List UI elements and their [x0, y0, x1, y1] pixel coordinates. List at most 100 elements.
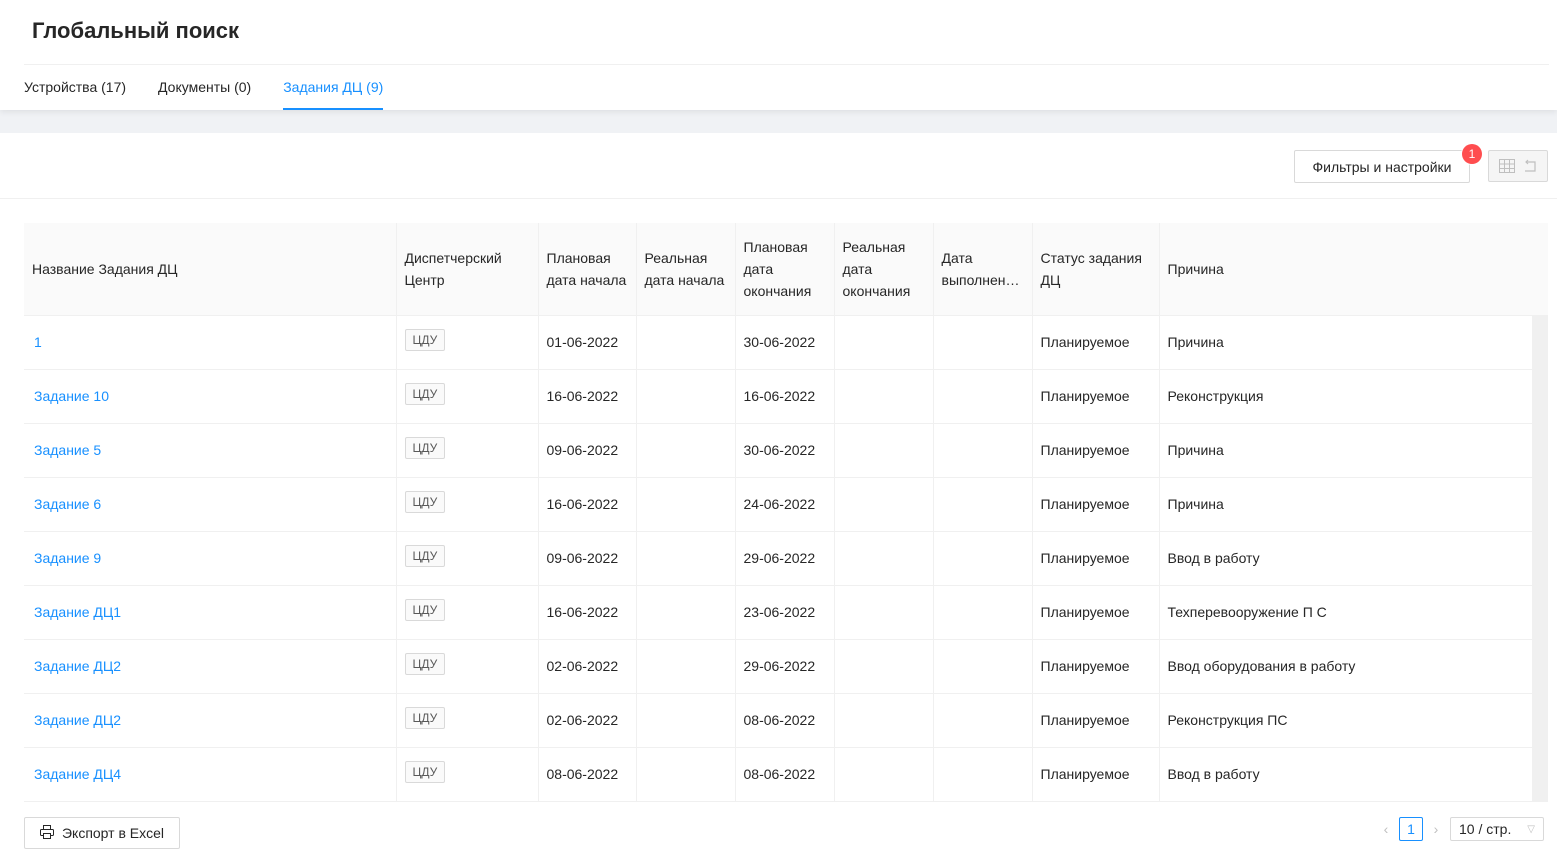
real-start-cell	[636, 747, 736, 802]
done-date-cell	[933, 639, 1033, 694]
plan-start-cell: 16-06-2022	[538, 477, 637, 532]
task-name-link[interactable]: Задание 9	[24, 531, 397, 586]
plan-start-cell: 02-06-2022	[538, 639, 637, 694]
view-toggle[interactable]	[1488, 150, 1548, 182]
status-cell: Планируемое	[1032, 639, 1160, 694]
page-size-select[interactable]: 10 / стр. ▽	[1450, 817, 1544, 841]
plan-end-cell: 30-06-2022	[735, 315, 835, 370]
status-cell: Планируемое	[1032, 369, 1160, 424]
tab-devices[interactable]: Устройства (17)	[24, 64, 126, 110]
task-name-link[interactable]: Задание ДЦ4	[24, 747, 397, 802]
task-name-link[interactable]: Задание ДЦ2	[24, 639, 397, 694]
task-name-link[interactable]: Задание 5	[24, 423, 397, 478]
column-header[interactable]: Дата выполнен…	[933, 223, 1033, 316]
table-icon[interactable]	[1499, 159, 1515, 173]
reset-icon[interactable]	[1523, 159, 1537, 173]
prev-page-icon[interactable]: ‹	[1374, 817, 1398, 841]
plan-start-cell: 09-06-2022	[538, 531, 637, 586]
real-end-cell	[834, 639, 934, 694]
real-start-cell	[636, 477, 736, 532]
dc-tag: ЦДУ	[404, 707, 446, 729]
real-start-cell	[636, 639, 736, 694]
table-scrollbar[interactable]	[1532, 315, 1548, 801]
task-name-link[interactable]: Задание ДЦ2	[24, 693, 397, 748]
plan-end-cell: 08-06-2022	[735, 747, 835, 802]
task-name-link[interactable]: Задание 6	[24, 477, 397, 532]
plan-end-cell: 08-06-2022	[735, 693, 835, 748]
status-cell: Планируемое	[1032, 423, 1160, 478]
filters-count-badge: 1	[1462, 144, 1482, 164]
pagination: ‹ 1 › 10 / стр. ▽	[1374, 817, 1544, 841]
reason-cell: Ввод в работу	[1159, 747, 1548, 802]
dc-tag: ЦДУ	[404, 437, 446, 459]
status-cell: Планируемое	[1032, 315, 1160, 370]
real-start-cell	[636, 693, 736, 748]
column-header[interactable]: Плановая дата начала	[538, 223, 637, 316]
reason-cell: Ввод в работу	[1159, 531, 1548, 586]
reason-cell: Причина	[1159, 477, 1548, 532]
dc-tag: ЦДУ	[404, 329, 446, 351]
done-date-cell	[933, 585, 1033, 640]
tab-documents[interactable]: Документы (0)	[158, 64, 251, 110]
plan-end-cell: 29-06-2022	[735, 639, 835, 694]
status-cell: Планируемое	[1032, 477, 1160, 532]
table-row: Задание 6 ЦДУ 16-06-2022 24-06-2022 План…	[24, 477, 1548, 532]
export-excel-button[interactable]: Экспорт в Excel	[24, 817, 180, 849]
plan-start-cell: 01-06-2022	[538, 315, 637, 370]
reason-cell: Причина	[1159, 315, 1548, 370]
done-date-cell	[933, 423, 1033, 478]
real-end-cell	[834, 477, 934, 532]
column-header[interactable]: Статус задания ДЦ	[1032, 223, 1160, 316]
column-header[interactable]: Причина	[1159, 223, 1548, 316]
plan-end-cell: 30-06-2022	[735, 423, 835, 478]
dc-cell: ЦДУ	[396, 369, 539, 424]
table-row: Задание 5 ЦДУ 09-06-2022 30-06-2022 План…	[24, 423, 1548, 478]
column-header[interactable]: Название Задания ДЦ	[24, 223, 397, 316]
status-cell: Планируемое	[1032, 693, 1160, 748]
plan-end-cell: 16-06-2022	[735, 369, 835, 424]
real-end-cell	[834, 315, 934, 370]
tab-dc-tasks[interactable]: Задания ДЦ (9)	[283, 64, 384, 110]
dc-tag: ЦДУ	[404, 653, 446, 675]
reason-cell: Причина	[1159, 423, 1548, 478]
done-date-cell	[933, 531, 1033, 586]
dc-cell: ЦДУ	[396, 585, 539, 640]
done-date-cell	[933, 369, 1033, 424]
plan-start-cell: 02-06-2022	[538, 693, 637, 748]
reason-cell: Реконструкция	[1159, 369, 1548, 424]
filters-settings-button[interactable]: Фильтры и настройки	[1294, 150, 1470, 183]
column-header[interactable]: Реальная дата окончания	[834, 223, 934, 316]
real-end-cell	[834, 693, 934, 748]
dc-cell: ЦДУ	[396, 477, 539, 532]
status-cell: Планируемое	[1032, 747, 1160, 802]
table-row: Задание ДЦ2 ЦДУ 02-06-2022 29-06-2022 Пл…	[24, 639, 1548, 694]
status-cell: Планируемое	[1032, 531, 1160, 586]
status-cell: Планируемое	[1032, 585, 1160, 640]
reason-cell: Ввод оборудования в работу	[1159, 639, 1548, 694]
dc-cell: ЦДУ	[396, 423, 539, 478]
task-name-link[interactable]: 1	[24, 315, 397, 370]
column-header[interactable]: Диспетчерский Центр	[396, 223, 539, 316]
done-date-cell	[933, 477, 1033, 532]
table-row: 1 ЦДУ 01-06-2022 30-06-2022 Планируемое …	[24, 315, 1548, 370]
real-end-cell	[834, 531, 934, 586]
plan-end-cell: 29-06-2022	[735, 531, 835, 586]
plan-end-cell: 23-06-2022	[735, 585, 835, 640]
plan-start-cell: 08-06-2022	[538, 747, 637, 802]
dc-tag: ЦДУ	[404, 491, 446, 513]
task-name-link[interactable]: Задание 10	[24, 369, 397, 424]
printer-icon	[39, 824, 54, 842]
real-start-cell	[636, 585, 736, 640]
next-page-icon[interactable]: ›	[1424, 817, 1448, 841]
done-date-cell	[933, 315, 1033, 370]
table-row: Задание ДЦ1 ЦДУ 16-06-2022 23-06-2022 Пл…	[24, 585, 1548, 640]
task-name-link[interactable]: Задание ДЦ1	[24, 585, 397, 640]
dc-tag: ЦДУ	[404, 545, 446, 567]
dc-cell: ЦДУ	[396, 747, 539, 802]
tasks-table-wrapper: Название Задания ДЦ Диспетчерский Центр …	[24, 223, 1548, 802]
page-1-button[interactable]: 1	[1399, 817, 1423, 841]
table-row: Задание ДЦ2 ЦДУ 02-06-2022 08-06-2022 Пл…	[24, 693, 1548, 748]
done-date-cell	[933, 693, 1033, 748]
column-header[interactable]: Плановая дата окончания	[735, 223, 835, 316]
column-header[interactable]: Реальная дата начала	[636, 223, 736, 316]
